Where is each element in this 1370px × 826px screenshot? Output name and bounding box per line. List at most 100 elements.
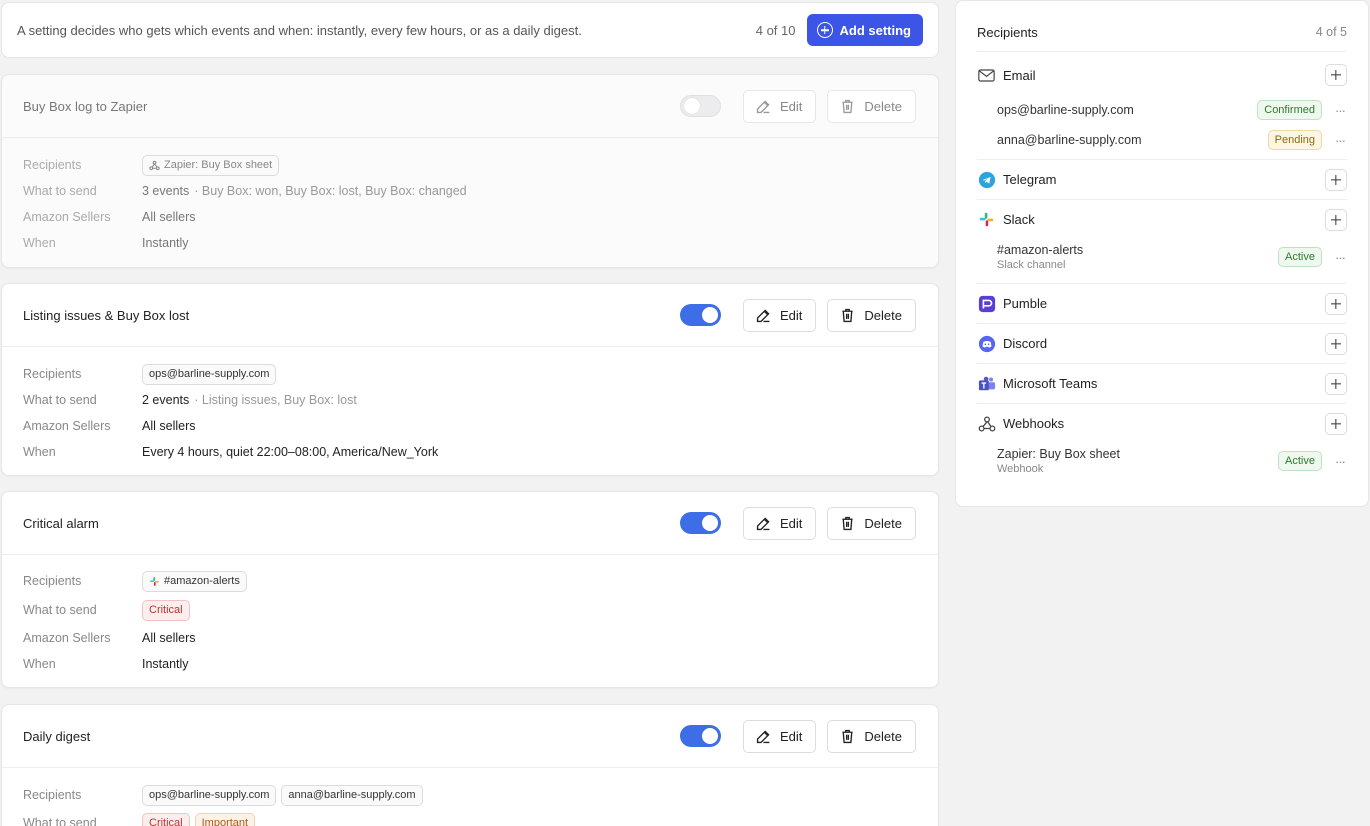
setting-title: Critical alarm bbox=[23, 515, 99, 531]
sellers-value: All sellers bbox=[142, 419, 196, 433]
setting-toggle[interactable] bbox=[680, 725, 722, 747]
what-label: What to send bbox=[23, 603, 97, 617]
when-label: When bbox=[23, 657, 56, 671]
chip-text: Zapier: Buy Box sheet bbox=[164, 159, 273, 171]
pencil-icon bbox=[756, 99, 770, 113]
recipient-value: anna@barline-supply.com bbox=[997, 133, 1142, 147]
slack-icon bbox=[979, 212, 994, 227]
recipient-value: Zapier: Buy Box sheet bbox=[997, 447, 1120, 461]
setting-toggle[interactable] bbox=[680, 304, 722, 326]
delete-button[interactable]: Delete bbox=[827, 506, 916, 540]
setting-card: Listing issues & Buy Box lost Edit Delet… bbox=[1, 283, 939, 476]
add-slack-button[interactable] bbox=[1325, 208, 1347, 231]
edit-label: Edit bbox=[780, 307, 803, 323]
delete-label: Delete bbox=[864, 98, 902, 114]
sellers-value: All sellers bbox=[142, 210, 196, 224]
add-telegram-button[interactable] bbox=[1325, 168, 1347, 191]
edit-button[interactable]: Edit bbox=[743, 89, 817, 123]
sellers-label: Amazon Sellers bbox=[23, 631, 111, 645]
trash-icon bbox=[842, 729, 854, 743]
add-setting-button[interactable]: Add setting bbox=[806, 14, 923, 46]
recipients-count: 4 of 5 bbox=[1315, 25, 1347, 39]
channel-slack: Slack bbox=[977, 199, 1347, 239]
more-icon[interactable]: ··· bbox=[1335, 454, 1347, 469]
channel-email: Email bbox=[977, 55, 1347, 95]
channel-name: Email bbox=[1003, 67, 1036, 83]
edit-button[interactable]: Edit bbox=[743, 506, 817, 540]
recipient-value: #amazon-alerts bbox=[997, 243, 1084, 257]
status-badge: Active bbox=[1278, 247, 1322, 267]
channel-discord: Discord bbox=[977, 323, 1347, 363]
recipient-chip: ops@barline-supply.com bbox=[142, 363, 277, 385]
recipients-panel: Recipients 4 of 5 Email ops@barline-supp… bbox=[955, 0, 1369, 507]
setting-title: Buy Box log to Zapier bbox=[23, 98, 148, 114]
delete-label: Delete bbox=[864, 515, 902, 531]
when-label: When bbox=[23, 236, 56, 250]
when-value: Instantly bbox=[142, 657, 189, 671]
recipients-label: Recipients bbox=[23, 574, 82, 588]
add-pumble-button[interactable] bbox=[1325, 292, 1347, 315]
recipients-label: Recipients bbox=[23, 158, 82, 172]
delete-button[interactable]: Delete bbox=[827, 89, 916, 123]
channel-pumble: Pumble bbox=[977, 283, 1347, 323]
plus-circle-icon bbox=[816, 22, 833, 38]
settings-count: 4 of 10 bbox=[755, 22, 796, 38]
what-label: What to send bbox=[23, 184, 97, 198]
event-detail: · Buy Box: won, Buy Box: lost, Buy Box: … bbox=[194, 184, 467, 198]
pencil-icon bbox=[756, 516, 770, 530]
edit-button[interactable]: Edit bbox=[743, 719, 817, 753]
setting-toggle[interactable] bbox=[680, 95, 722, 117]
recipient-chip: Zapier: Buy Box sheet bbox=[142, 154, 280, 176]
delete-button[interactable]: Delete bbox=[827, 719, 916, 753]
add-email-button[interactable] bbox=[1325, 64, 1347, 86]
setting-card: Critical alarm Edit Delete Recipients #a… bbox=[1, 491, 939, 688]
edit-label: Edit bbox=[780, 98, 803, 114]
setting-toggle[interactable] bbox=[680, 512, 722, 534]
what-label: What to send bbox=[23, 816, 97, 826]
pencil-icon bbox=[756, 729, 770, 743]
setting-title: Listing issues & Buy Box lost bbox=[23, 307, 190, 323]
more-icon[interactable]: ··· bbox=[1335, 250, 1347, 265]
recipient-row: #amazon-alerts Slack channel Active ··· bbox=[977, 239, 1347, 275]
pumble-icon bbox=[978, 295, 995, 312]
sellers-label: Amazon Sellers bbox=[23, 210, 111, 224]
setting-card: Buy Box log to Zapier Edit Delete Recipi… bbox=[1, 74, 939, 268]
edit-button[interactable]: Edit bbox=[743, 298, 817, 332]
trash-icon bbox=[842, 99, 854, 113]
edit-label: Edit bbox=[780, 728, 803, 744]
setting-title: Daily digest bbox=[23, 728, 91, 744]
info-description: A setting decides who gets which events … bbox=[17, 22, 582, 38]
channel-telegram: Telegram bbox=[977, 159, 1347, 199]
telegram-icon bbox=[978, 171, 995, 188]
add-discord-button[interactable] bbox=[1325, 332, 1347, 355]
more-icon[interactable]: ··· bbox=[1335, 103, 1347, 118]
chip-text: #amazon-alerts bbox=[164, 575, 240, 587]
add-teams-button[interactable] bbox=[1325, 372, 1347, 395]
critical-tag: Critical bbox=[142, 812, 190, 826]
channel-name: Telegram bbox=[1003, 172, 1057, 187]
setting-card: Daily digest Edit Delete Recipients ops@… bbox=[1, 704, 939, 826]
recipient-chip: anna@barline-supply.com bbox=[281, 784, 423, 806]
trash-icon bbox=[842, 516, 854, 530]
critical-tag: Critical bbox=[142, 599, 190, 621]
sellers-label: Amazon Sellers bbox=[23, 419, 111, 433]
event-count: 2 events bbox=[142, 393, 190, 407]
sellers-value: All sellers bbox=[142, 631, 196, 645]
channel-name: Pumble bbox=[1003, 296, 1048, 311]
add-webhook-button[interactable] bbox=[1325, 412, 1347, 435]
event-detail: · Listing issues, Buy Box: lost bbox=[194, 393, 357, 407]
channel-name: Discord bbox=[1003, 336, 1048, 351]
delete-button[interactable]: Delete bbox=[827, 298, 916, 332]
envelope-icon bbox=[978, 68, 995, 82]
add-setting-label: Add setting bbox=[839, 22, 912, 38]
recipient-chip: ops@barline-supply.com bbox=[142, 784, 277, 806]
recipient-sub: Slack channel bbox=[997, 259, 1066, 271]
recipients-label: Recipients bbox=[23, 788, 82, 802]
webhook-icon bbox=[149, 160, 160, 170]
pencil-icon bbox=[756, 308, 770, 322]
delete-label: Delete bbox=[864, 728, 902, 744]
edit-label: Edit bbox=[780, 515, 803, 531]
webhook-icon bbox=[978, 416, 995, 431]
recipient-value: ops@barline-supply.com bbox=[997, 103, 1134, 117]
more-icon[interactable]: ··· bbox=[1335, 133, 1347, 148]
